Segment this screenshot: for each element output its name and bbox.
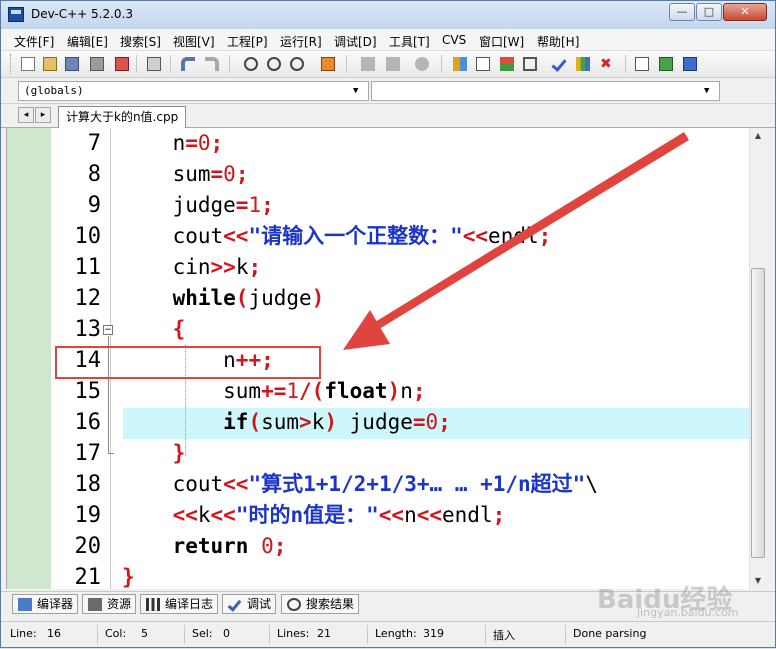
- resources-icon: [88, 598, 102, 611]
- tab-search-results[interactable]: 搜索结果: [281, 594, 360, 614]
- arrow-head: [343, 310, 390, 350]
- tab-resources[interactable]: 资源: [82, 594, 137, 614]
- status-bar: Line: 16 Col: 5 Sel: 0 Lines: 21 Length:…: [1, 621, 775, 647]
- status-col-value: 5: [141, 627, 148, 640]
- status-lines-value: 21: [317, 627, 331, 640]
- tab-debug[interactable]: 调试: [222, 594, 277, 614]
- tab-search-results-label: 搜索结果: [306, 597, 355, 611]
- status-line-label: Line:: [10, 627, 37, 640]
- compiler-icon: [18, 598, 32, 611]
- tab-resources-label: 资源: [107, 597, 132, 611]
- tab-compiler[interactable]: 编译器: [12, 594, 79, 614]
- status-message: Done parsing: [573, 627, 647, 640]
- status-col-label: Col:: [105, 627, 127, 640]
- status-length-value: 319: [423, 627, 444, 640]
- baidu-watermark-url: jingyan.baidu.com: [637, 606, 739, 619]
- status-line-value: 16: [47, 627, 61, 640]
- status-length-label: Length:: [375, 627, 417, 640]
- status-sel-label: Sel:: [192, 627, 213, 640]
- debug-icon: [227, 597, 242, 612]
- tab-compile-log-label: 编译日志: [165, 597, 214, 611]
- tab-compile-log[interactable]: 编译日志: [140, 594, 219, 614]
- annotation-arrow-icon: [343, 132, 689, 350]
- search-results-icon: [287, 598, 301, 611]
- tab-compiler-label: 编译器: [37, 597, 74, 611]
- status-insert-mode: 插入: [493, 629, 515, 642]
- tab-debug-label: 调试: [247, 597, 272, 611]
- status-lines-label: Lines:: [277, 627, 310, 640]
- arrow-shaft: [367, 132, 689, 334]
- compile-log-icon: [146, 598, 160, 611]
- status-sel-value: 0: [223, 627, 230, 640]
- app-window: Dev-C++ 5.2.0.3 — □ ✕ 文件[F] 编辑[E] 搜索[S] …: [0, 0, 776, 648]
